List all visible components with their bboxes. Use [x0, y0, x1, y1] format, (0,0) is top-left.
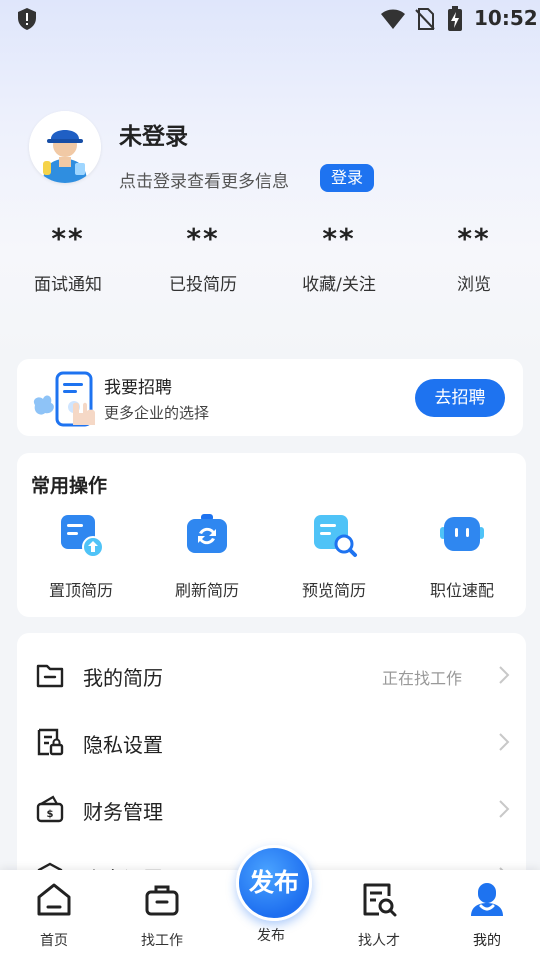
op-label: 置顶简历 [48, 581, 113, 600]
tab-find-job[interactable]: 找工作 [122, 880, 202, 950]
login-hint[interactable]: 点击登录查看更多信息 [119, 167, 289, 192]
stats-row: ** 面试通知 ** 已投简历 ** 收藏/关注 ** 浏览 [0, 220, 540, 310]
stat-favorites[interactable]: ** 收藏/关注 [274, 220, 404, 295]
stat-applied[interactable]: ** 已投简历 [138, 220, 268, 295]
stat-value: ** [457, 222, 491, 255]
resume-top-icon [61, 515, 104, 558]
menu-item-resume[interactable]: 我的简历 正在找工作 [17, 641, 526, 708]
refresh-resume-icon [187, 514, 227, 553]
status-time: 10:52 [474, 6, 538, 30]
menu-label: 财务管理 [83, 800, 163, 824]
avatar[interactable] [29, 111, 101, 183]
op-top-resume[interactable]: 置顶简历 [21, 511, 141, 601]
chevron-right-icon [499, 733, 510, 751]
folder-icon [36, 664, 64, 688]
talent-search-icon [363, 883, 397, 917]
preview-resume-icon [314, 515, 357, 557]
op-preview-resume[interactable]: 预览简历 [274, 511, 394, 601]
tab-label: 找人才 [358, 933, 400, 949]
tab-label: 我的 [473, 933, 501, 949]
menu-label: 隐私设置 [83, 733, 163, 757]
battery-charging-icon [448, 6, 462, 31]
go-recruit-button[interactable]: 去招聘 [415, 379, 505, 417]
briefcase-icon [145, 885, 179, 916]
status-bar: 10:52 [0, 0, 540, 36]
username[interactable]: 未登录 [119, 117, 188, 151]
recruit-subtitle: 更多企业的选择 [104, 404, 210, 422]
op-label: 职位速配 [429, 581, 494, 600]
tab-label: 找工作 [141, 933, 183, 949]
op-label: 预览简历 [301, 581, 366, 600]
tab-home[interactable]: 首页 [14, 880, 94, 950]
wifi-icon [381, 9, 405, 29]
stat-label: 收藏/关注 [302, 275, 376, 295]
shield-icon [18, 8, 36, 30]
recruit-banner[interactable]: 我要招聘 更多企业的选择 去招聘 [17, 359, 523, 436]
tab-label-publish[interactable]: 发布 [231, 925, 311, 945]
job-match-icon [440, 517, 484, 551]
avatar-worker-icon [29, 111, 101, 183]
stat-value: ** [322, 222, 356, 255]
op-job-match[interactable]: 职位速配 [402, 511, 522, 601]
op-refresh-resume[interactable]: 刷新简历 [147, 511, 267, 601]
tab-find-talent[interactable]: 找人才 [339, 880, 419, 950]
stat-label: 浏览 [457, 275, 491, 295]
tab-label: 首页 [40, 933, 68, 949]
op-label: 刷新简历 [174, 581, 239, 600]
menu-label: 我的简历 [83, 666, 163, 690]
publish-button[interactable]: 发布 [236, 845, 312, 921]
recruit-title: 我要招聘 [104, 378, 172, 398]
login-button[interactable]: 登录 [320, 164, 374, 192]
stat-value: ** [51, 222, 85, 255]
menu-item-finance[interactable]: $ 财务管理 [17, 775, 526, 842]
chevron-right-icon [499, 666, 510, 684]
wallet-icon: $ [36, 795, 64, 823]
no-sim-icon [415, 8, 435, 30]
profile-icon [471, 883, 503, 916]
tab-mine[interactable]: 我的 [447, 880, 527, 950]
common-operations-card: 常用操作 置顶简历 刷新简历 预览简历 职位速配 [17, 453, 526, 617]
common-ops-title: 常用操作 [31, 475, 108, 497]
chevron-right-icon [499, 800, 510, 818]
stat-views[interactable]: ** 浏览 [409, 220, 539, 295]
stat-label: 面试通知 [34, 275, 102, 295]
menu-item-privacy[interactable]: 隐私设置 [17, 708, 526, 775]
stat-label: 已投简历 [169, 275, 237, 295]
home-icon [37, 883, 71, 916]
stat-value: ** [186, 222, 220, 255]
stat-interview[interactable]: ** 面试通知 [3, 220, 133, 295]
svg-text:$: $ [47, 809, 54, 820]
privacy-lock-icon [37, 728, 64, 756]
job-status-value: 正在找工作 [381, 669, 462, 688]
